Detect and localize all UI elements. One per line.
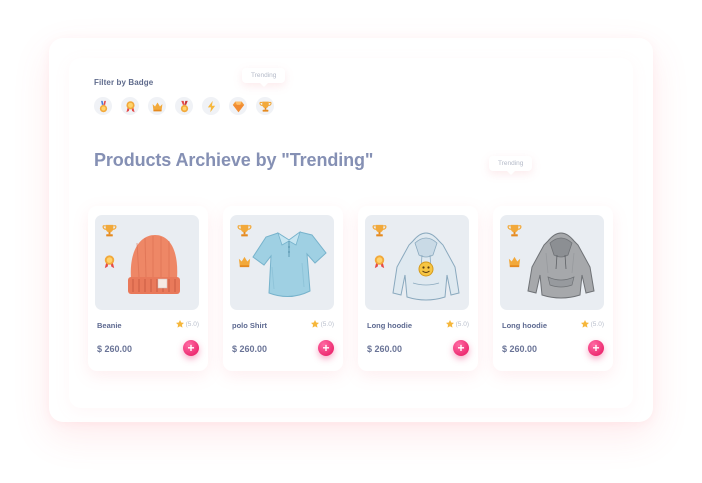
diamond-icon[interactable] xyxy=(229,97,247,115)
medal-icon[interactable] xyxy=(94,97,112,115)
rating-value: (5.0) xyxy=(590,320,604,328)
beanie-illustration xyxy=(128,235,180,294)
main-panel: Filter by Badge Trending Products Archie… xyxy=(49,38,653,422)
product-card[interactable]: Beanie (5.0) $ 260.00 + xyxy=(88,206,208,371)
product-image xyxy=(365,215,469,310)
lightning-icon[interactable] xyxy=(202,97,220,115)
ribbon-award-icon xyxy=(370,252,388,270)
rating-value: (5.0) xyxy=(320,320,334,328)
add-to-cart-button[interactable]: + xyxy=(318,340,334,356)
badge-filter-list xyxy=(94,97,274,115)
star-icon xyxy=(580,320,589,328)
product-price: $ 260.00 xyxy=(97,344,133,354)
product-price: $ 260.00 xyxy=(367,344,403,354)
product-card[interactable]: polo Shirt (5.0) $ 260.00 + xyxy=(223,206,343,371)
product-price: $ 260.00 xyxy=(502,344,538,354)
blue-hoodie-illustration xyxy=(392,232,460,301)
crown-icon xyxy=(505,252,523,270)
star-icon xyxy=(310,320,319,328)
add-to-cart-button[interactable]: + xyxy=(453,340,469,356)
content-card: Filter by Badge Trending Products Archie… xyxy=(69,58,633,408)
product-rating: (5.0) xyxy=(580,320,604,328)
trophy-icon[interactable] xyxy=(256,97,274,115)
card-tooltip: Trending xyxy=(489,156,533,175)
product-rating: (5.0) xyxy=(445,320,469,328)
filter-label: Filter by Badge xyxy=(94,78,154,87)
star-icon xyxy=(175,320,184,328)
ribbon-award-icon[interactable] xyxy=(121,97,139,115)
product-card[interactable]: Long hoodie (5.0) $ 260.00 + xyxy=(493,206,613,371)
product-name: Long hoodie xyxy=(367,321,412,330)
add-to-cart-button[interactable]: + xyxy=(588,340,604,356)
crown-icon[interactable] xyxy=(148,97,166,115)
rating-value: (5.0) xyxy=(185,320,199,328)
red-medal-icon[interactable] xyxy=(175,97,193,115)
product-image xyxy=(230,215,334,310)
trophy-icon xyxy=(505,221,523,239)
product-card[interactable]: Long hoodie (5.0) $ 260.00 + xyxy=(358,206,478,371)
product-rating: (5.0) xyxy=(310,320,334,328)
trophy-icon xyxy=(370,221,388,239)
add-to-cart-button[interactable]: + xyxy=(183,340,199,356)
ribbon-award-icon xyxy=(100,252,118,270)
star-icon xyxy=(445,320,454,328)
product-image xyxy=(500,215,604,310)
gray-hoodie-illustration xyxy=(527,232,595,299)
badge-tooltip: Trending xyxy=(242,68,286,87)
product-name: polo Shirt xyxy=(232,321,267,330)
product-price: $ 260.00 xyxy=(232,344,268,354)
product-name: Long hoodie xyxy=(502,321,547,330)
product-rating: (5.0) xyxy=(175,320,199,328)
trophy-icon xyxy=(100,221,118,239)
rating-value: (5.0) xyxy=(455,320,469,328)
product-name: Beanie xyxy=(97,321,122,330)
page-title: Products Archieve by "Trending" xyxy=(94,150,374,170)
product-image xyxy=(95,215,199,310)
polo-shirt-illustration xyxy=(252,230,327,297)
